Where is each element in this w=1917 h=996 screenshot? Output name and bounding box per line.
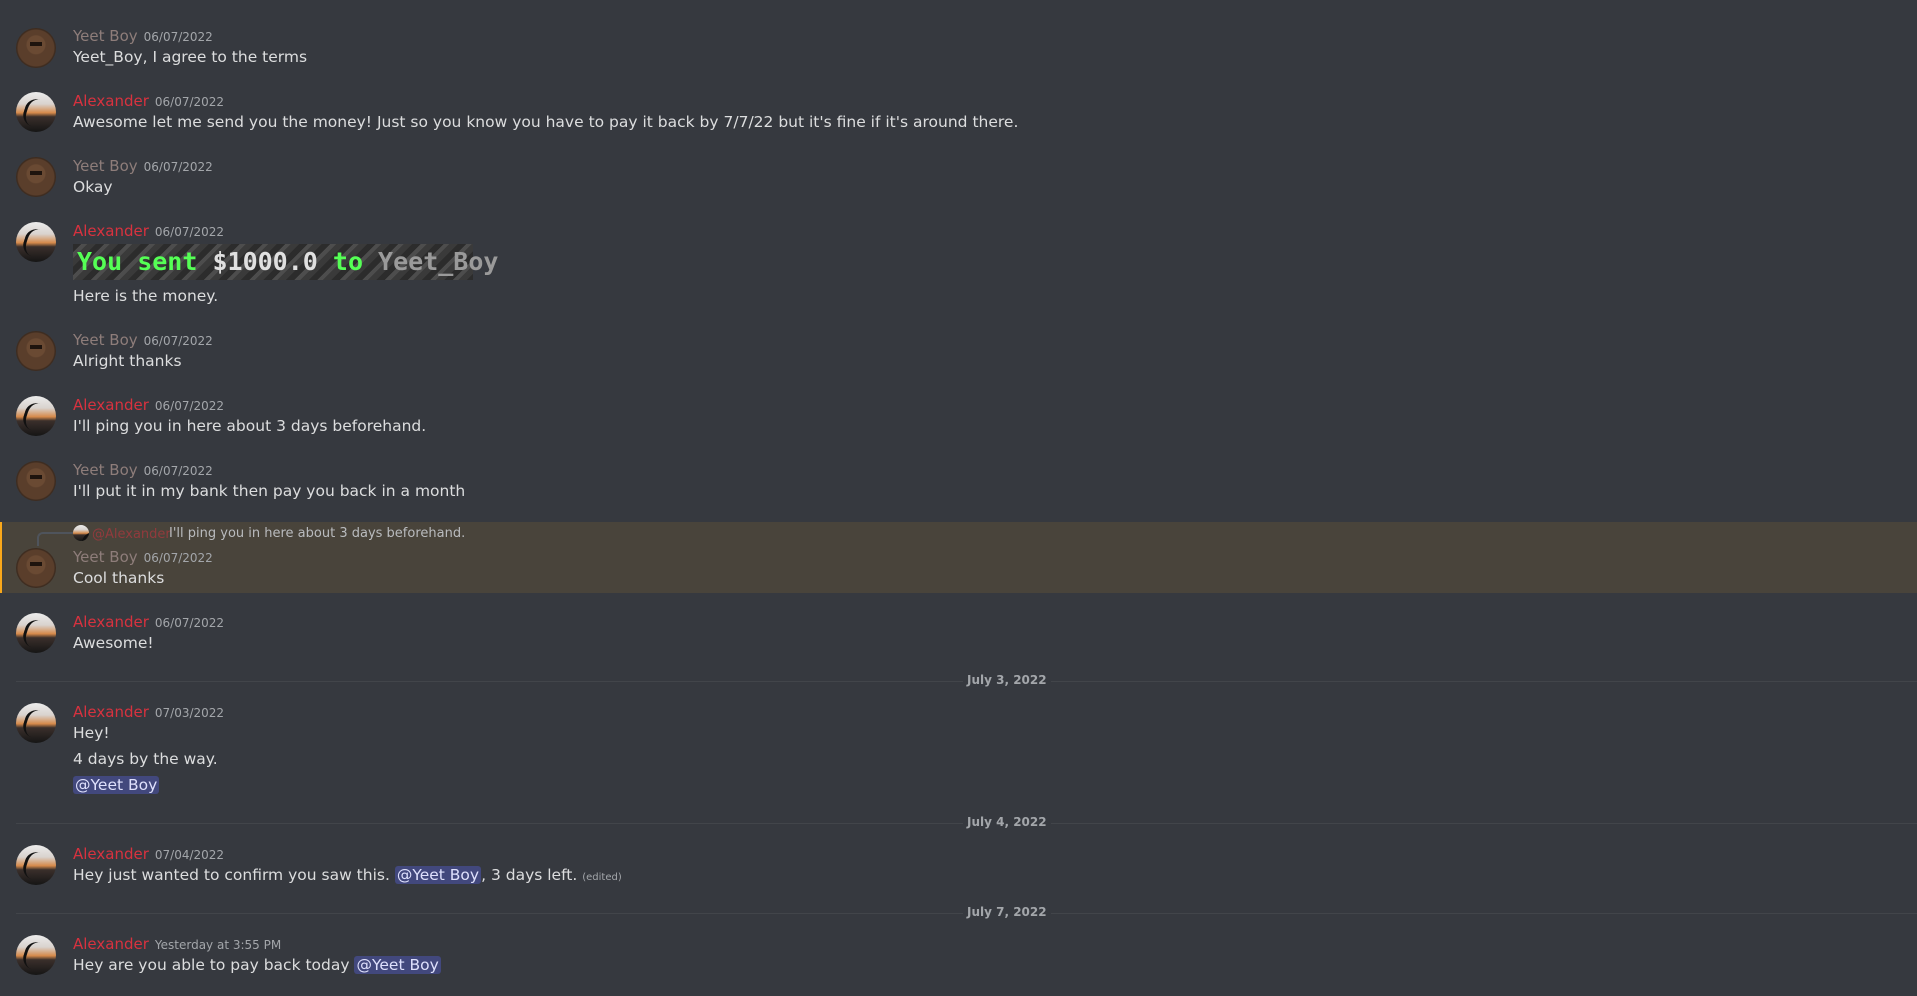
reply-preview-text[interactable]: I'll ping you in here about 3 days befor… xyxy=(169,526,465,541)
message-text: Hey are you able to pay back today @Yeet… xyxy=(73,956,441,974)
avatar[interactable] xyxy=(16,28,56,68)
username[interactable]: Yeet Boy xyxy=(73,461,138,479)
message-text: I'll ping you in here about 3 days befor… xyxy=(73,417,427,435)
message-text-part: Hey are you able to pay back today xyxy=(73,956,355,974)
reply-avatar xyxy=(73,525,89,541)
timestamp: 06/07/2022 xyxy=(143,334,213,348)
username[interactable]: Alexander xyxy=(73,396,149,414)
message-text-part: , 3 days left. xyxy=(481,866,583,884)
username[interactable]: Alexander xyxy=(73,92,149,110)
timestamp: 06/07/2022 xyxy=(143,30,213,44)
user-mention[interactable]: @Yeet Boy xyxy=(354,956,441,974)
message-text: Cool thanks xyxy=(73,569,165,587)
message-header: Yeet Boy 06/07/2022 xyxy=(73,460,213,479)
date-divider-label: July 3, 2022 xyxy=(963,673,1051,687)
date-divider-label: July 4, 2022 xyxy=(963,815,1051,829)
message-header: Yeet Boy 06/07/2022 xyxy=(73,156,213,175)
message-text: Alright thanks xyxy=(73,352,182,370)
username[interactable]: Alexander xyxy=(73,935,149,953)
username[interactable]: Alexander xyxy=(73,222,149,240)
message-header: Alexander 07/04/2022 xyxy=(73,844,224,863)
avatar[interactable] xyxy=(16,845,56,885)
image-text: Yeet_Boy xyxy=(363,247,499,276)
message-header: Yeet Boy 06/07/2022 xyxy=(73,330,213,349)
message-header: Yeet Boy 06/07/2022 xyxy=(73,547,213,566)
avatar[interactable] xyxy=(16,331,56,371)
avatar[interactable] xyxy=(16,935,56,975)
username[interactable]: Yeet Boy xyxy=(73,331,138,349)
avatar[interactable] xyxy=(16,613,56,653)
avatar[interactable] xyxy=(16,92,56,132)
message-text: Awesome let me send you the money! Just … xyxy=(73,113,1019,131)
timestamp: 06/07/2022 xyxy=(143,160,213,174)
message-header: Alexander 06/07/2022 xyxy=(73,91,224,110)
timestamp: 07/03/2022 xyxy=(154,706,225,720)
message-text: @Yeet Boy xyxy=(73,776,160,794)
username[interactable]: Yeet Boy xyxy=(73,27,138,45)
timestamp: 06/07/2022 xyxy=(154,95,225,109)
timestamp: 06/07/2022 xyxy=(154,399,225,413)
message-header: Alexander 06/07/2022 xyxy=(73,612,224,631)
avatar[interactable] xyxy=(16,703,56,743)
reply-connector xyxy=(37,532,73,546)
message-text: Hey just wanted to confirm you saw this.… xyxy=(73,866,622,884)
message-text-part: Hey just wanted to confirm you saw this. xyxy=(73,866,395,884)
timestamp: 06/07/2022 xyxy=(154,225,225,239)
message-header: Alexander 07/03/2022 xyxy=(73,702,224,721)
username[interactable]: Yeet Boy xyxy=(73,157,138,175)
message-header: Alexander 06/07/2022 xyxy=(73,221,224,240)
username[interactable]: Alexander xyxy=(73,703,149,721)
timestamp: 06/07/2022 xyxy=(143,464,213,478)
user-mention[interactable]: @Yeet Boy xyxy=(394,866,482,884)
message-text: Yeet_Boy, I agree to the terms xyxy=(73,48,308,66)
payment-screenshot-image[interactable]: You sent $1000.0 to Yeet_Boy xyxy=(73,244,498,280)
avatar[interactable] xyxy=(16,396,56,436)
avatar[interactable] xyxy=(16,461,56,501)
message-header: Alexander 06/07/2022 xyxy=(73,395,224,414)
image-text: $1000.0 xyxy=(197,247,333,276)
message-text: 4 days by the way. xyxy=(73,750,218,768)
timestamp: 07/04/2022 xyxy=(154,848,225,862)
avatar[interactable] xyxy=(16,548,56,588)
message-text: Hey! xyxy=(73,724,110,742)
message-text: I'll put it in my bank then pay you back… xyxy=(73,482,466,500)
avatar[interactable] xyxy=(16,157,56,197)
timestamp: 06/07/2022 xyxy=(154,616,225,630)
message-text: Okay xyxy=(73,178,113,196)
edited-label: (edited) xyxy=(582,872,622,883)
username[interactable]: Yeet Boy xyxy=(73,548,138,566)
message-text: Awesome! xyxy=(73,634,154,652)
date-divider-label: July 7, 2022 xyxy=(963,905,1051,919)
user-mention[interactable]: @Yeet Boy xyxy=(73,776,160,794)
username[interactable]: Alexander xyxy=(73,613,149,631)
timestamp: 06/07/2022 xyxy=(143,551,213,565)
message-header: Yeet Boy 06/07/2022 xyxy=(73,26,213,45)
image-text: to xyxy=(332,247,363,276)
timestamp: Yesterday at 3:55 PM xyxy=(154,938,282,952)
message-text: Here is the money. xyxy=(73,287,219,305)
reply-author[interactable]: @Alexander xyxy=(92,527,171,542)
avatar[interactable] xyxy=(16,222,56,262)
image-text: You sent xyxy=(77,247,198,276)
message-header: Alexander Yesterday at 3:55 PM xyxy=(73,934,281,953)
username[interactable]: Alexander xyxy=(73,845,149,863)
